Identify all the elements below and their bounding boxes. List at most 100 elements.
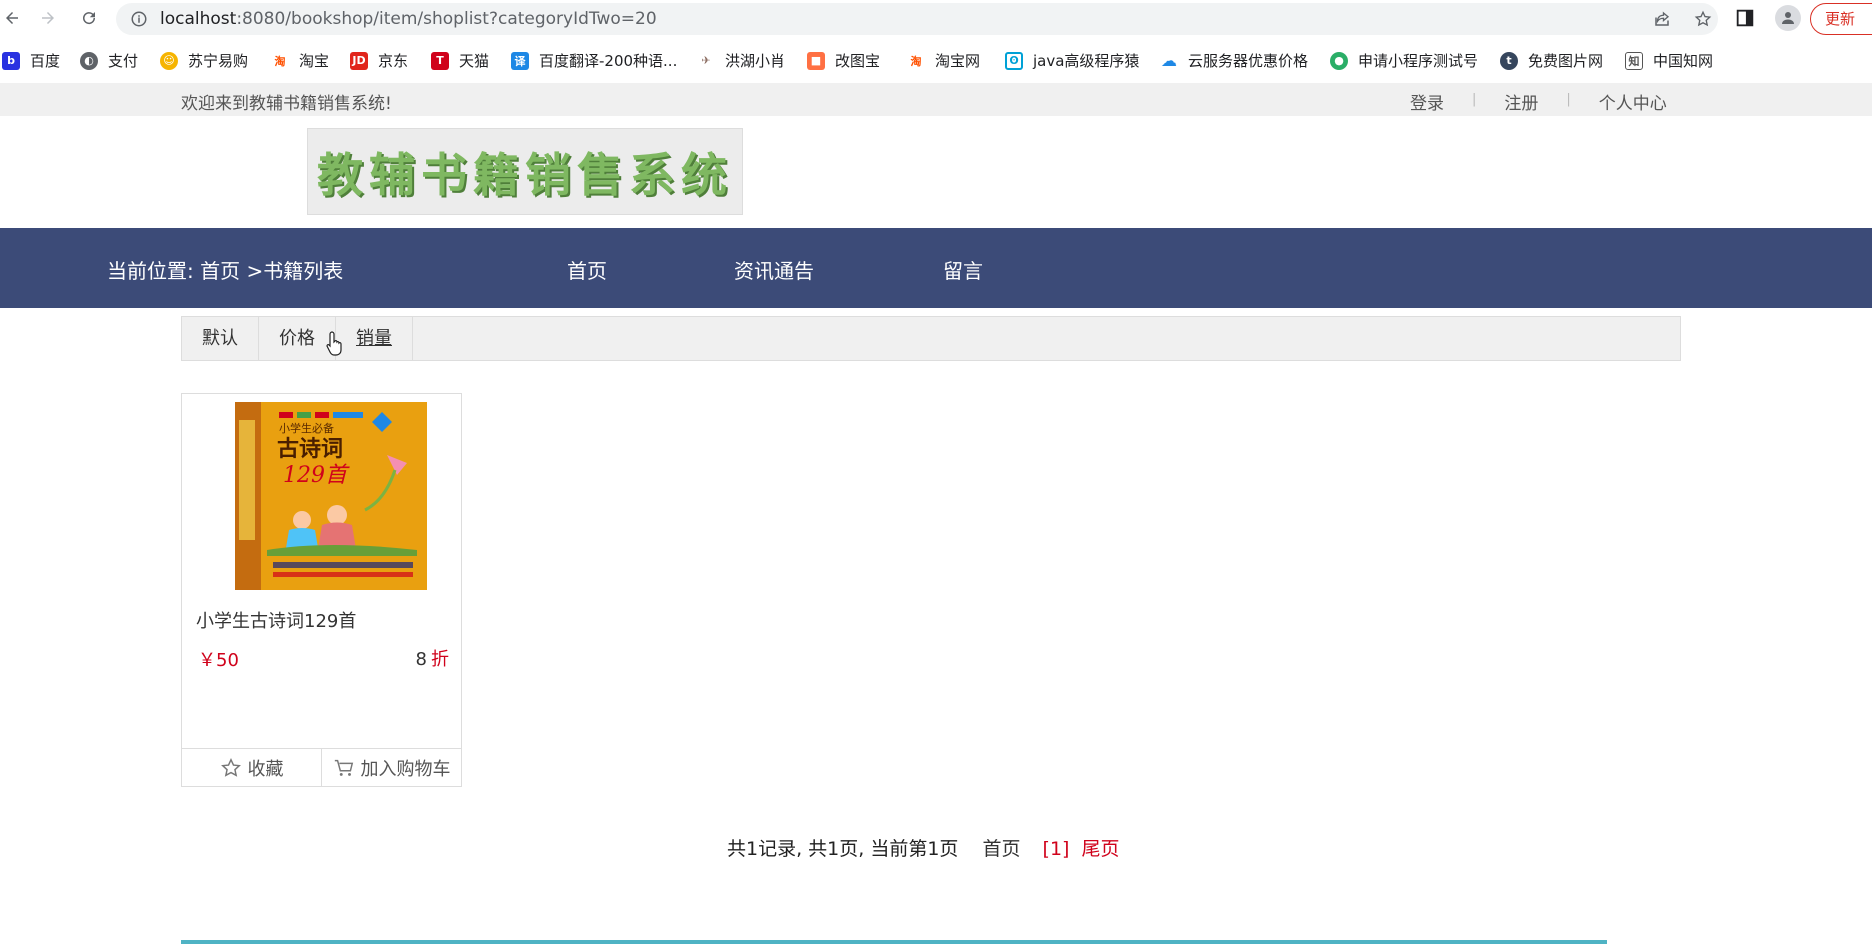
jd-icon: JD xyxy=(350,51,368,70)
breadcrumb: 当前位置: 首页 >书籍列表 xyxy=(107,259,344,283)
first-page-link[interactable]: 首页 xyxy=(982,838,1020,860)
url-text[interactable]: localhost:8080/bookshop/item/shoplist?ca… xyxy=(160,9,657,29)
sort-bar: 默认 价格 销量 xyxy=(181,316,1681,361)
tumblr-icon: t xyxy=(1500,51,1518,70)
bookmarks-bar: b 百度 ◐ 支付 ☺ 苏宁易购 淘淘宝 JD 京东 T 天猫 译百度翻译-200种语..… xyxy=(0,45,1872,77)
bookmark-label: 免费图片网 xyxy=(1528,52,1604,70)
product-card[interactable]: 小学生必备 古诗词 129首 小学生古诗词129首 ￥50 8折 收藏 加入购物… xyxy=(181,393,462,787)
bookmark-item[interactable]: 译百度翻译-200种语... xyxy=(511,50,677,71)
bookmark-item[interactable]: t 免费图片网 xyxy=(1500,50,1603,71)
baidu-icon: b xyxy=(2,51,20,70)
bookmark-label: 苏宁易购 xyxy=(188,52,249,70)
suning-icon: ☺ xyxy=(160,51,178,70)
bookmark-item[interactable]: 淘淘宝网 xyxy=(907,50,980,71)
bookmark-label: java高级程序猿 xyxy=(1033,52,1140,70)
arrow-left-icon xyxy=(6,12,18,24)
bookmark-label: 京东 xyxy=(378,52,409,70)
book-cover-image[interactable]: 小学生必备 古诗词 129首 xyxy=(227,400,427,590)
favorite-label: 收藏 xyxy=(247,758,284,780)
bookmark-label: 洪湖小肖 xyxy=(725,52,786,70)
star-icon xyxy=(220,757,241,777)
product-discount: 8折 xyxy=(416,645,449,671)
reload-button[interactable] xyxy=(77,6,101,30)
bookmark-label: 云服务器优惠价格 xyxy=(1188,52,1309,70)
person-icon xyxy=(1782,12,1794,24)
wechat-icon: ● xyxy=(1330,51,1348,70)
forward-button[interactable] xyxy=(36,6,60,30)
side-panel-icon[interactable] xyxy=(1734,7,1756,29)
cart-icon xyxy=(334,759,353,776)
svg-text:小学生必备: 小学生必备 xyxy=(279,421,334,435)
reload-icon xyxy=(83,12,96,25)
bookmark-item[interactable]: ʘ java高级程序猿 xyxy=(1005,50,1139,71)
sort-default[interactable]: 默认 xyxy=(182,317,259,360)
add-to-cart-button[interactable]: 加入购物车 xyxy=(321,749,461,786)
bookmark-label: 中国知网 xyxy=(1653,52,1714,70)
bookmark-item[interactable]: JD 京东 xyxy=(350,50,408,71)
tmall-icon: T xyxy=(431,51,449,70)
main-nav: 当前位置: 首页 >书籍列表 首页 资讯通告 留言 xyxy=(0,228,1872,308)
taobao-icon: 淘 xyxy=(907,51,925,70)
star-icon[interactable] xyxy=(1694,10,1712,28)
back-button[interactable] xyxy=(0,6,24,30)
bilibili-icon: ʘ xyxy=(1005,51,1023,70)
sort-sales[interactable]: 销量 xyxy=(336,317,413,360)
url-path: :8080/bookshop/item/shoplist?categoryIdT… xyxy=(236,9,657,29)
update-button[interactable]: 更新 xyxy=(1810,3,1872,35)
pagination: 共1记录, 共1页, 当前第1页 首页 [1] 尾页 xyxy=(727,834,1120,861)
address-bar[interactable]: localhost:8080/bookshop/item/shoplist?ca… xyxy=(116,3,1718,35)
register-link[interactable]: 注册 xyxy=(1504,89,1538,114)
nav-home[interactable]: 首页 xyxy=(567,255,607,284)
bookmark-item[interactable]: ☁ 云服务器优惠价格 xyxy=(1160,50,1308,71)
info-icon[interactable] xyxy=(130,10,148,28)
nav-message[interactable]: 留言 xyxy=(943,255,983,284)
product-price: ￥50 xyxy=(198,650,239,671)
discount-unit: 折 xyxy=(431,649,449,670)
nav-news[interactable]: 资讯通告 xyxy=(734,255,814,284)
product-title[interactable]: 小学生古诗词129首 xyxy=(196,607,356,633)
browser-toolbar: localhost:8080/bookshop/item/shoplist?ca… xyxy=(0,0,1872,38)
cnki-icon: 知 xyxy=(1625,51,1643,70)
hand-cursor-icon xyxy=(326,331,342,356)
profile-avatar[interactable] xyxy=(1775,5,1801,31)
bookmark-label: 申请小程序测试号 xyxy=(1358,52,1479,70)
logo-text: 教辅书籍销售系统 xyxy=(317,147,733,202)
card-actions: 收藏 加入购物车 xyxy=(182,748,461,786)
bookmark-label: 百度 xyxy=(30,52,61,70)
bookmark-label: 淘宝网 xyxy=(935,52,981,70)
favorite-button[interactable]: 收藏 xyxy=(182,749,321,786)
translate-icon: 译 xyxy=(511,51,529,70)
bookmark-item[interactable]: 淘淘宝 xyxy=(271,50,329,71)
share-icon[interactable] xyxy=(1653,10,1671,28)
welcome-text: 欢迎来到教辅书籍销售系统! xyxy=(181,94,392,114)
bookmark-item[interactable]: ✈ 洪湖小肖 xyxy=(697,50,785,71)
bookmark-label: 改图宝 xyxy=(835,52,881,70)
bird-icon: ✈ xyxy=(697,51,715,70)
bookmark-item[interactable]: ■ 改图宝 xyxy=(807,50,880,71)
account-links: 登录 | 注册 | 个人中心 xyxy=(1410,89,1667,114)
login-link[interactable]: 登录 xyxy=(1410,89,1444,114)
footer-divider xyxy=(181,940,1607,944)
cover-number: 129首 xyxy=(283,463,350,488)
bookmark-item[interactable]: ◐ 支付 xyxy=(80,50,138,71)
divider: | xyxy=(1566,92,1571,107)
bookmark-item[interactable]: ● 申请小程序测试号 xyxy=(1330,50,1478,71)
pager-summary: 共1记录, 共1页, 当前第1页 xyxy=(727,838,959,860)
bookmark-item[interactable]: b 百度 xyxy=(2,50,60,71)
bookmark-label: 支付 xyxy=(108,52,139,70)
cover-title: 古诗词 xyxy=(277,436,343,462)
bookmark-label: 淘宝 xyxy=(299,52,330,70)
last-page-link[interactable]: 尾页 xyxy=(1082,838,1120,860)
bookmark-item[interactable]: ☺ 苏宁易购 xyxy=(160,50,248,71)
bookmark-label: 百度翻译-200种语... xyxy=(539,52,678,70)
globe-icon: ◐ xyxy=(80,51,98,70)
site-logo[interactable]: 教辅书籍销售系统 xyxy=(307,128,743,215)
bookmark-item[interactable]: T 天猫 xyxy=(431,50,489,71)
gaitubao-icon: ■ xyxy=(807,51,825,70)
discount-number: 8 xyxy=(415,649,427,670)
sort-price[interactable]: 价格 xyxy=(259,317,336,360)
user-center-link[interactable]: 个人中心 xyxy=(1599,89,1667,114)
current-page-link[interactable]: [1] xyxy=(1043,838,1070,860)
bookmark-item[interactable]: 知中国知网 xyxy=(1625,50,1713,71)
arrow-right-icon xyxy=(42,12,54,24)
